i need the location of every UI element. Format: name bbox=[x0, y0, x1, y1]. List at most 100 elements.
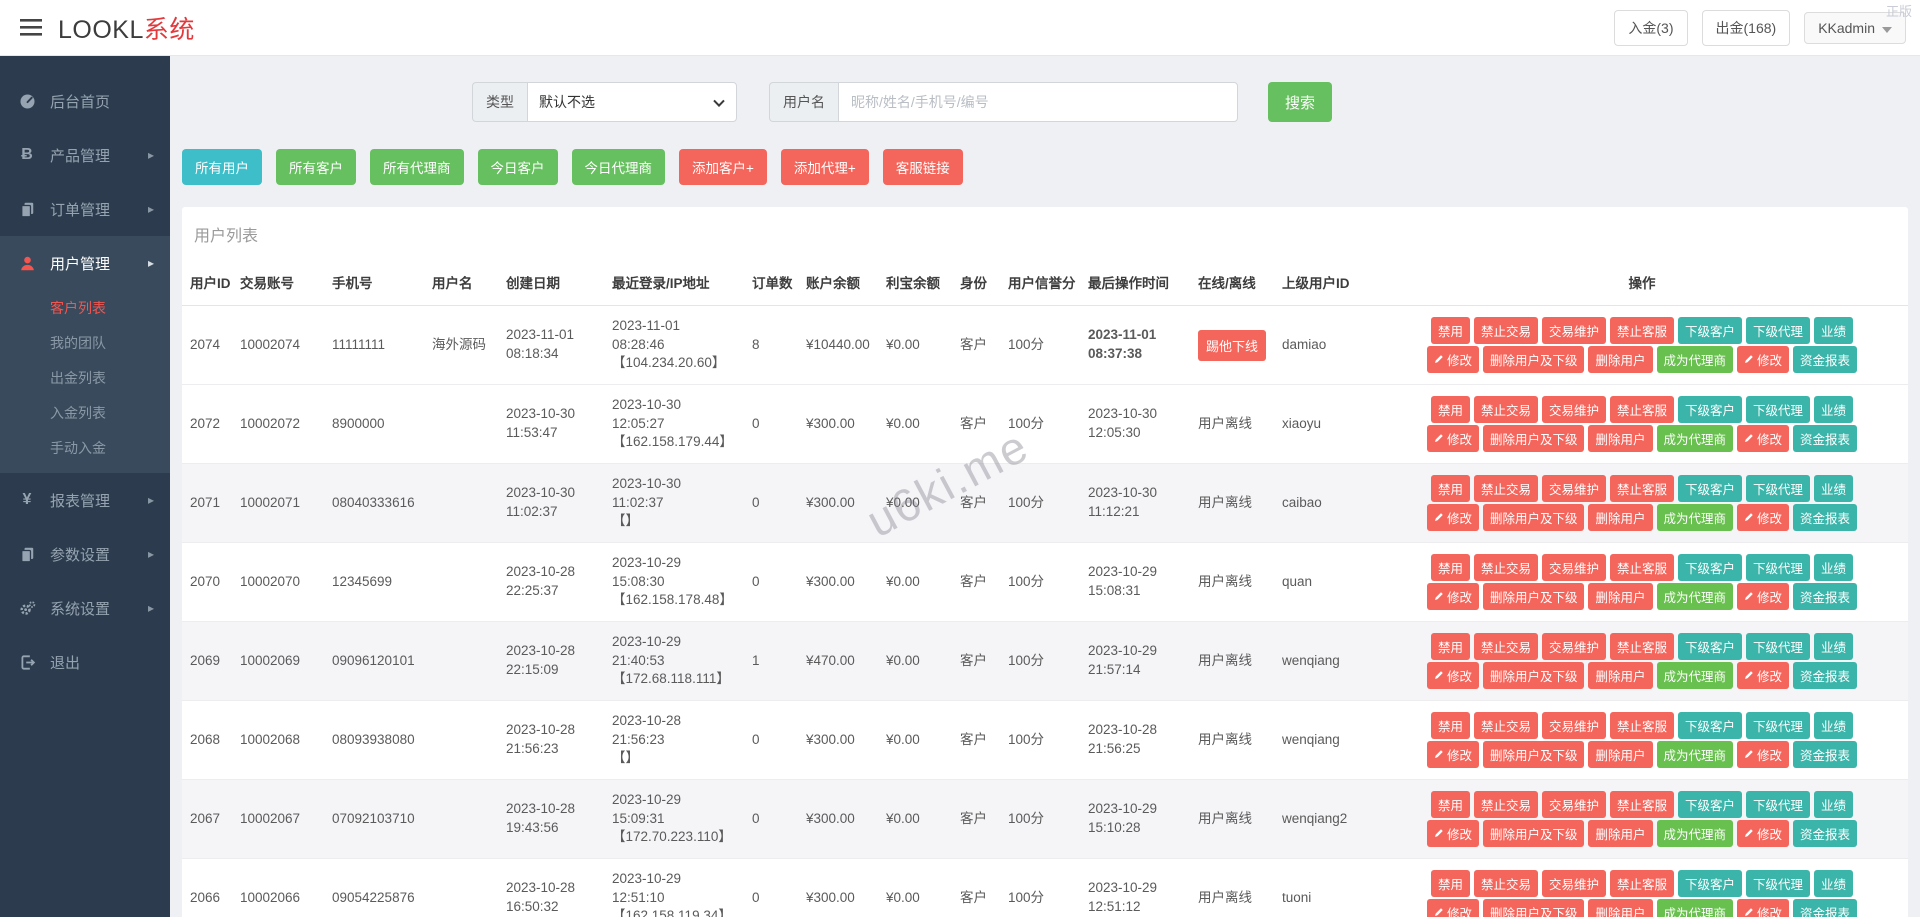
edit-user-button[interactable]: 修改 bbox=[1426, 425, 1479, 452]
performance-button[interactable]: 业绩 bbox=[1814, 791, 1854, 818]
edit-user-2-button[interactable]: 修改 bbox=[1737, 346, 1790, 373]
sub-customers-button[interactable]: 下级客户 bbox=[1678, 475, 1743, 502]
become-agent-button[interactable]: 成为代理商 bbox=[1656, 899, 1734, 917]
fund-report-button[interactable]: 资金报表 bbox=[1793, 425, 1858, 452]
trade-maintenance-button[interactable]: 交易维护 bbox=[1541, 554, 1606, 581]
sidebar-subitem-my-team[interactable]: 我的团队 bbox=[0, 325, 170, 360]
edit-user-2-button[interactable]: 修改 bbox=[1737, 425, 1790, 452]
all-users-button[interactable]: 所有用户 bbox=[182, 149, 262, 185]
edit-user-button[interactable]: 修改 bbox=[1426, 583, 1479, 610]
edit-user-2-button[interactable]: 修改 bbox=[1737, 820, 1790, 847]
performance-button[interactable]: 业绩 bbox=[1814, 475, 1854, 502]
disable-user-button[interactable]: 禁用 bbox=[1430, 633, 1470, 660]
fund-report-button[interactable]: 资金报表 bbox=[1793, 346, 1858, 373]
sub-customers-button[interactable]: 下级客户 bbox=[1678, 554, 1743, 581]
disable-user-button[interactable]: 禁用 bbox=[1430, 791, 1470, 818]
deposit-button[interactable]: 入金(3) bbox=[1614, 9, 1688, 46]
sidebar-item-parameter-settings[interactable]: 参数设置 ▸ bbox=[0, 527, 170, 581]
sidebar-item-order-management[interactable]: 订单管理 ▸ bbox=[0, 182, 170, 236]
add-customer-button[interactable]: 添加客户+ bbox=[679, 149, 767, 185]
delete-user-and-subs-button[interactable]: 删除用户及下级 bbox=[1482, 425, 1585, 452]
ban-trade-button[interactable]: 禁止交易 bbox=[1473, 317, 1538, 344]
delete-user-and-subs-button[interactable]: 删除用户及下级 bbox=[1482, 583, 1585, 610]
withdraw-button[interactable]: 出金(168) bbox=[1701, 9, 1791, 46]
type-select[interactable]: 默认不选 bbox=[527, 82, 737, 122]
sidebar-item-product-management[interactable]: Ƀ 产品管理 ▸ bbox=[0, 128, 170, 182]
sub-agents-button[interactable]: 下级代理 bbox=[1746, 317, 1811, 344]
sidebar-item-dashboard-home[interactable]: 后台首页 bbox=[0, 74, 170, 128]
delete-user-and-subs-button[interactable]: 删除用户及下级 bbox=[1482, 346, 1585, 373]
sidebar-item-system-settings[interactable]: 系统设置 ▸ bbox=[0, 581, 170, 635]
ban-trade-button[interactable]: 禁止交易 bbox=[1473, 870, 1538, 897]
ban-support-button[interactable]: 禁止客服 bbox=[1609, 712, 1674, 739]
ban-support-button[interactable]: 禁止客服 bbox=[1609, 317, 1674, 344]
sidebar-subitem-customer-list[interactable]: 客户列表 bbox=[0, 290, 170, 325]
sub-agents-button[interactable]: 下级代理 bbox=[1746, 475, 1811, 502]
trade-maintenance-button[interactable]: 交易维护 bbox=[1541, 317, 1606, 344]
sidebar-item-logout[interactable]: 退出 bbox=[0, 635, 170, 689]
disable-user-button[interactable]: 禁用 bbox=[1430, 317, 1470, 344]
ban-trade-button[interactable]: 禁止交易 bbox=[1473, 475, 1538, 502]
delete-user-button[interactable]: 删除用户 bbox=[1588, 425, 1653, 452]
all-customers-button[interactable]: 所有客户 bbox=[276, 149, 356, 185]
performance-button[interactable]: 业绩 bbox=[1814, 870, 1854, 897]
edit-user-2-button[interactable]: 修改 bbox=[1737, 504, 1790, 531]
disable-user-button[interactable]: 禁用 bbox=[1430, 554, 1470, 581]
disable-user-button[interactable]: 禁用 bbox=[1430, 396, 1470, 423]
fund-report-button[interactable]: 资金报表 bbox=[1793, 583, 1858, 610]
all-agents-button[interactable]: 所有代理商 bbox=[370, 149, 464, 185]
ban-support-button[interactable]: 禁止客服 bbox=[1609, 396, 1674, 423]
edit-user-2-button[interactable]: 修改 bbox=[1737, 741, 1790, 768]
performance-button[interactable]: 业绩 bbox=[1814, 396, 1854, 423]
fund-report-button[interactable]: 资金报表 bbox=[1793, 504, 1858, 531]
become-agent-button[interactable]: 成为代理商 bbox=[1656, 583, 1734, 610]
sub-customers-button[interactable]: 下级客户 bbox=[1678, 870, 1743, 897]
sub-agents-button[interactable]: 下级代理 bbox=[1746, 712, 1811, 739]
ban-support-button[interactable]: 禁止客服 bbox=[1609, 870, 1674, 897]
become-agent-button[interactable]: 成为代理商 bbox=[1656, 425, 1734, 452]
sidebar-item-report-management[interactable]: ¥ 报表管理 ▸ bbox=[0, 473, 170, 527]
edit-user-button[interactable]: 修改 bbox=[1426, 820, 1479, 847]
delete-user-button[interactable]: 删除用户 bbox=[1588, 583, 1653, 610]
fund-report-button[interactable]: 资金报表 bbox=[1793, 899, 1858, 917]
edit-user-button[interactable]: 修改 bbox=[1426, 662, 1479, 689]
sub-agents-button[interactable]: 下级代理 bbox=[1746, 791, 1811, 818]
performance-button[interactable]: 业绩 bbox=[1814, 633, 1854, 660]
delete-user-button[interactable]: 删除用户 bbox=[1588, 899, 1653, 917]
ban-trade-button[interactable]: 禁止交易 bbox=[1473, 396, 1538, 423]
delete-user-and-subs-button[interactable]: 删除用户及下级 bbox=[1482, 662, 1585, 689]
edit-user-button[interactable]: 修改 bbox=[1426, 346, 1479, 373]
ban-support-button[interactable]: 禁止客服 bbox=[1609, 554, 1674, 581]
today-customers-button[interactable]: 今日客户 bbox=[477, 149, 558, 185]
trade-maintenance-button[interactable]: 交易维护 bbox=[1541, 791, 1606, 818]
sub-customers-button[interactable]: 下级客户 bbox=[1678, 396, 1743, 423]
hamburger-menu-icon[interactable] bbox=[20, 19, 42, 36]
become-agent-button[interactable]: 成为代理商 bbox=[1656, 346, 1734, 373]
sidebar-subitem-withdraw-list[interactable]: 出金列表 bbox=[0, 360, 170, 395]
fund-report-button[interactable]: 资金报表 bbox=[1793, 662, 1858, 689]
sub-agents-button[interactable]: 下级代理 bbox=[1746, 554, 1811, 581]
sub-agents-button[interactable]: 下级代理 bbox=[1746, 396, 1811, 423]
edit-user-2-button[interactable]: 修改 bbox=[1737, 662, 1790, 689]
fund-report-button[interactable]: 资金报表 bbox=[1793, 741, 1858, 768]
delete-user-and-subs-button[interactable]: 删除用户及下级 bbox=[1482, 741, 1585, 768]
disable-user-button[interactable]: 禁用 bbox=[1430, 475, 1470, 502]
ban-trade-button[interactable]: 禁止交易 bbox=[1473, 712, 1538, 739]
disable-user-button[interactable]: 禁用 bbox=[1430, 712, 1470, 739]
search-button[interactable]: 搜索 bbox=[1268, 82, 1333, 122]
sub-customers-button[interactable]: 下级客户 bbox=[1678, 712, 1743, 739]
fund-report-button[interactable]: 资金报表 bbox=[1793, 820, 1858, 847]
delete-user-button[interactable]: 删除用户 bbox=[1588, 741, 1653, 768]
performance-button[interactable]: 业绩 bbox=[1814, 554, 1854, 581]
performance-button[interactable]: 业绩 bbox=[1814, 712, 1854, 739]
delete-user-button[interactable]: 删除用户 bbox=[1588, 662, 1653, 689]
sub-customers-button[interactable]: 下级客户 bbox=[1678, 317, 1743, 344]
trade-maintenance-button[interactable]: 交易维护 bbox=[1541, 870, 1606, 897]
ban-trade-button[interactable]: 禁止交易 bbox=[1473, 554, 1538, 581]
edit-user-button[interactable]: 修改 bbox=[1426, 504, 1479, 531]
delete-user-and-subs-button[interactable]: 删除用户及下级 bbox=[1482, 899, 1585, 917]
sub-agents-button[interactable]: 下级代理 bbox=[1746, 870, 1811, 897]
trade-maintenance-button[interactable]: 交易维护 bbox=[1541, 396, 1606, 423]
sidebar-subitem-manual-deposit[interactable]: 手动入金 bbox=[0, 430, 170, 465]
become-agent-button[interactable]: 成为代理商 bbox=[1656, 504, 1734, 531]
